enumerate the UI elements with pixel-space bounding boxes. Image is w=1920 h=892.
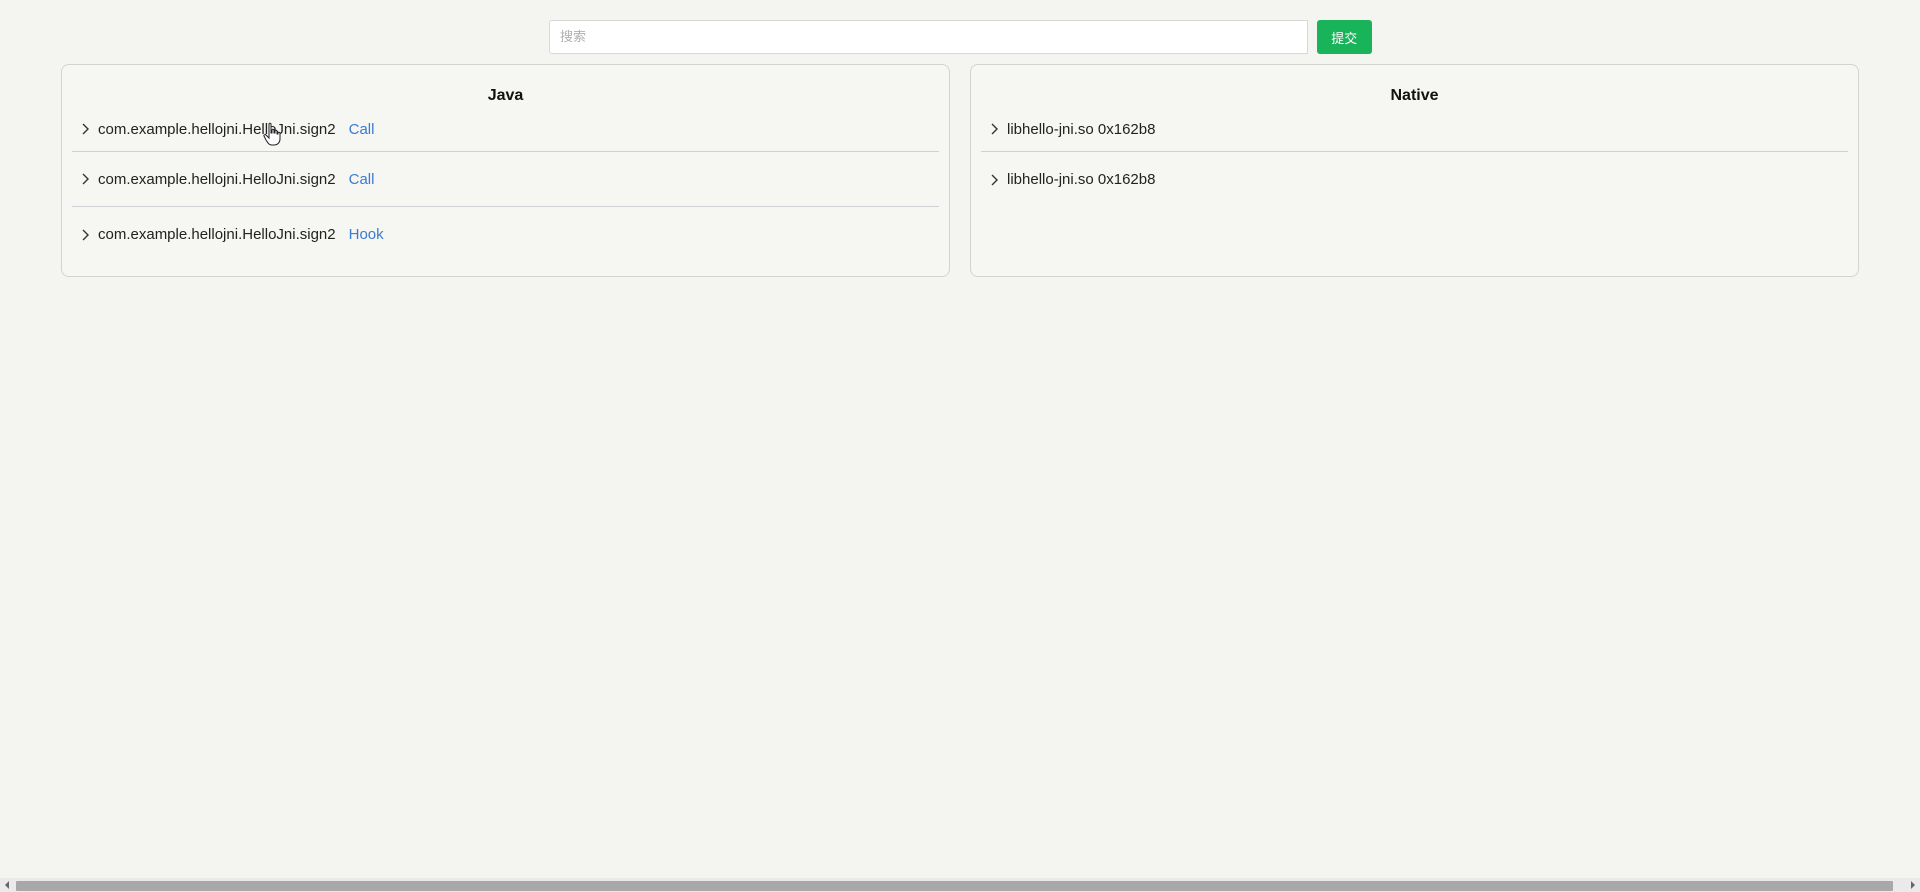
chevron-right-icon[interactable] (985, 123, 1003, 135)
java-item-label: com.example.hellojni.HelloJni.sign2 (98, 226, 336, 243)
java-method-list: com.example.hellojni.HelloJni.sign2 Call… (72, 107, 939, 262)
arrow-right-icon[interactable] (1906, 878, 1920, 892)
native-list-item[interactable]: libhello-jni.so 0x162b8 (981, 107, 1848, 152)
native-panel: Native libhello-jni.so 0x162b8 libhello-… (970, 64, 1859, 277)
call-link[interactable]: Call (349, 171, 375, 188)
chevron-right-icon[interactable] (76, 173, 94, 185)
native-list-item[interactable]: libhello-jni.so 0x162b8 (981, 152, 1848, 207)
java-list-item[interactable]: com.example.hellojni.HelloJni.sign2 Call (72, 107, 939, 152)
hook-link[interactable]: Hook (349, 226, 384, 243)
native-item-label: libhello-jni.so 0x162b8 (1007, 120, 1156, 138)
chevron-right-icon[interactable] (76, 123, 94, 135)
java-panel: Java com.example.hellojni.HelloJni.sign2… (61, 64, 950, 277)
java-list-item[interactable]: com.example.hellojni.HelloJni.sign2 Call (72, 152, 939, 207)
chevron-right-icon[interactable] (76, 229, 94, 241)
submit-button[interactable]: 提交 (1316, 20, 1372, 54)
java-list-item[interactable]: com.example.hellojni.HelloJni.sign2 Hook (72, 207, 939, 262)
native-panel-title: Native (1390, 87, 1439, 104)
search-input[interactable] (549, 20, 1308, 54)
app-root: 提交 Java com.example.hellojni.HelloJni.si… (0, 0, 1920, 892)
horizontal-scrollbar[interactable] (0, 878, 1920, 892)
call-link[interactable]: Call (349, 121, 375, 138)
chevron-right-icon[interactable] (985, 174, 1003, 186)
arrow-left-icon[interactable] (0, 878, 14, 892)
search-bar: 提交 (549, 20, 1372, 54)
scrollbar-thumb[interactable] (16, 881, 1893, 891)
java-item-label: com.example.hellojni.HelloJni.sign2 (98, 120, 336, 138)
native-address-list: libhello-jni.so 0x162b8 libhello-jni.so … (981, 107, 1848, 207)
native-item-label: libhello-jni.so 0x162b8 (1007, 171, 1156, 188)
java-panel-title: Java (487, 87, 524, 104)
java-item-label: com.example.hellojni.HelloJni.sign2 (98, 170, 336, 188)
